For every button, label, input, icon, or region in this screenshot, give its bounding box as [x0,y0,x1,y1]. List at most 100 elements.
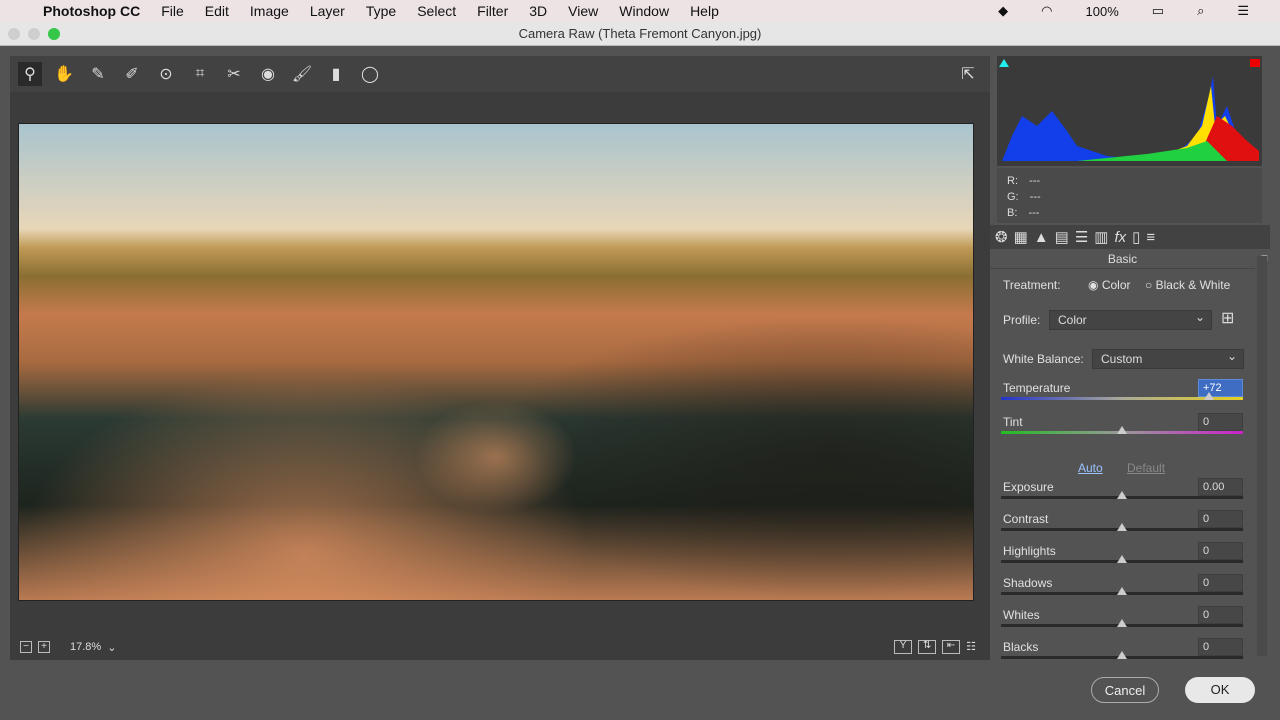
graduated-filter-icon[interactable]: ▮ [324,62,348,86]
auto-link[interactable]: Auto [1078,461,1103,475]
zoom-level[interactable]: 17.8% [70,641,101,653]
split-toning-tab-icon[interactable]: ☰ [1075,228,1088,246]
profile-label: Profile: [1003,313,1041,327]
hsl-tab-icon[interactable]: ▤ [1055,228,1069,246]
slider-thumb[interactable] [1204,392,1215,400]
value-field-whites[interactable]: 0 [1198,606,1243,624]
white-balance-select[interactable]: Custom [1092,347,1244,369]
detail-tab-icon[interactable]: ▲ [1034,229,1049,246]
value-field-tint[interactable]: 0 [1198,413,1243,431]
transform-icon[interactable]: ⌗ [188,62,212,86]
highlight-clipping-icon[interactable] [1250,59,1260,67]
wifi-icon[interactable]: ◠ [1041,3,1052,19]
slider-track-blacks[interactable] [1001,651,1243,659]
lens-tab-icon[interactable]: ▥ [1094,228,1108,246]
menu-type[interactable]: Type [366,3,396,19]
g-value: --- [1029,191,1041,203]
value-field-contrast[interactable]: 0 [1198,510,1243,528]
preview-preferences-icon[interactable]: ☷ [966,640,976,654]
slider-thumb[interactable] [1117,523,1127,531]
effects-tab-icon[interactable]: fx [1114,229,1126,246]
search-icon[interactable]: ⌕ [1197,3,1204,19]
battery-icon[interactable]: ▭ [1152,3,1164,19]
minimize-button[interactable] [28,28,40,40]
close-button[interactable] [8,28,20,40]
menu-filter[interactable]: Filter [477,3,508,19]
value-field-shadows[interactable]: 0 [1198,574,1243,592]
slider-track-contrast[interactable] [1001,523,1243,531]
ok-button[interactable]: OK [1185,677,1255,703]
zoom-out-icon[interactable]: − [20,641,32,653]
treatment-color-radio[interactable]: ◉ Color [1088,278,1131,292]
b-value: --- [1028,207,1040,219]
dropbox-icon[interactable]: ◆ [998,3,1008,19]
value-field-highlights[interactable]: 0 [1198,542,1243,560]
calibration-tab-icon[interactable]: ▯ [1132,228,1140,246]
value-field-blacks[interactable]: 0 [1198,638,1243,656]
slider-thumb[interactable] [1117,491,1127,499]
slider-track-highlights[interactable] [1001,555,1243,563]
zoom-in-icon[interactable]: + [38,641,50,653]
menu-select[interactable]: Select [417,3,456,19]
slider-thumb[interactable] [1117,555,1127,563]
targeted-adjustment-icon[interactable]: ⊙ [154,62,178,86]
bw-option-label: Black & White [1155,278,1231,292]
window-title: Camera Raw (Theta Fremont Canyon.jpg) [518,26,762,41]
basic-tab-icon[interactable]: ❂ [995,228,1008,246]
menu-layer[interactable]: Layer [310,3,345,19]
slider-track-whites[interactable] [1001,619,1243,627]
treatment-bw-radio[interactable]: ○ Black & White [1145,278,1230,292]
panel-title: Basic [990,249,1255,269]
slider-thumb[interactable] [1117,619,1127,627]
panel-scrollbar[interactable] [1257,256,1267,656]
copy-settings-icon[interactable]: ⇤ [942,640,961,654]
b-label: B: [1007,207,1018,219]
slider-thumb[interactable] [1117,587,1127,595]
toolbar: ⚲ ✋ ✎ ✐ ⊙ ⌗ ✂ ◉ 🖌 ▮ ◯ ⇱ [10,56,990,92]
zoom-icon[interactable]: ⚲ [18,62,42,86]
swap-settings-icon[interactable]: ⇅ [918,640,937,654]
open-preferences-icon[interactable]: ⇱ [956,62,980,86]
spot-removal-icon[interactable]: ✂ [222,62,246,86]
slider-thumb[interactable] [1117,651,1127,659]
slider-label-shadows: Shadows [1003,576,1053,590]
profile-select[interactable]: Color [1049,308,1212,330]
slider-track-tint[interactable] [1001,426,1243,434]
adjustment-brush-icon[interactable]: 🖌 [290,62,314,86]
color-option-label: Color [1101,278,1131,292]
slider-track-temperature[interactable] [1001,392,1243,400]
zoom-button[interactable] [48,28,60,40]
slider-thumb[interactable] [1117,426,1127,434]
white-balance-icon[interactable]: ✎ [86,62,110,86]
list-icon[interactable]: ☰ [1237,3,1249,19]
default-link[interactable]: Default [1127,461,1165,475]
slider-label-contrast: Contrast [1003,512,1049,526]
before-after-icon[interactable]: Y [894,640,913,654]
menu-help[interactable]: Help [690,3,719,19]
tone-curve-tab-icon[interactable]: ▦ [1014,228,1028,246]
hand-icon[interactable]: ✋ [52,62,76,86]
treatment-label: Treatment: [1003,278,1061,292]
profile-browser-icon[interactable]: ⊞ [1221,308,1234,328]
slider-label-exposure: Exposure [1003,480,1054,494]
menu-image[interactable]: Image [250,3,289,19]
slider-track-shadows[interactable] [1001,587,1243,595]
slider-label-tint: Tint [1003,415,1023,429]
menu-3d[interactable]: 3D [529,3,547,19]
menu-edit[interactable]: Edit [205,3,229,19]
slider-track-exposure[interactable] [1001,491,1243,499]
app-menu[interactable]: Photoshop CC [43,3,140,19]
zoom-dropdown-icon[interactable]: ⌄ [107,641,116,654]
menu-view[interactable]: View [568,3,598,19]
r-label: R: [1007,175,1018,187]
color-sampler-icon[interactable]: ✐ [120,62,144,86]
presets-tab-icon[interactable]: ≡ [1146,229,1155,246]
red-eye-icon[interactable]: ◉ [256,62,280,86]
value-field-exposure[interactable]: 0.00 [1198,478,1243,496]
menu-file[interactable]: File [161,3,184,19]
cancel-button[interactable]: Cancel [1091,677,1159,703]
radial-filter-icon[interactable]: ◯ [358,62,382,86]
menu-window[interactable]: Window [619,3,669,19]
r-value: --- [1029,175,1041,187]
photo-preview[interactable] [18,123,974,601]
